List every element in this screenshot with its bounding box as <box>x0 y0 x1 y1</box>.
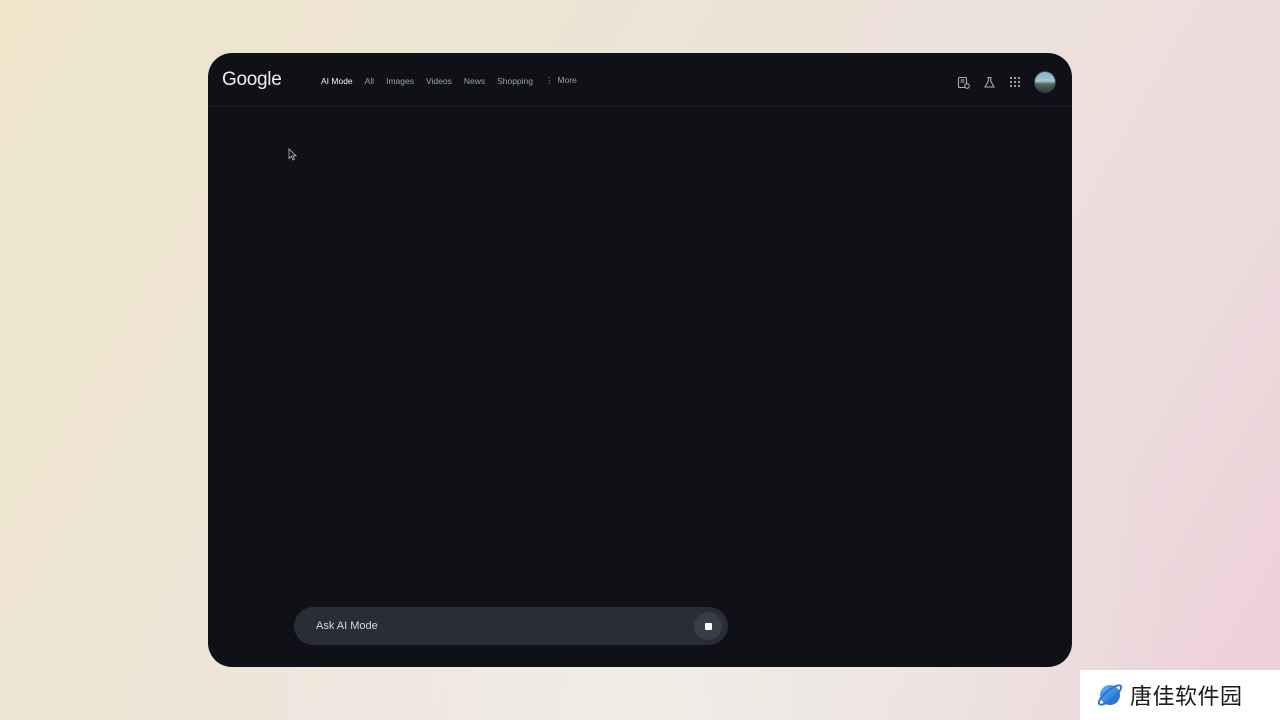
tab-shopping[interactable]: Shopping <box>497 76 533 86</box>
watermark-text: 唐佳软件园 <box>1130 685 1243 710</box>
labs-flask-icon[interactable] <box>982 75 996 89</box>
apps-grid-icon[interactable] <box>1008 75 1022 89</box>
tab-news[interactable]: News <box>464 76 485 86</box>
watermark-logo-icon <box>1097 684 1123 706</box>
top-bar: Google AI Mode All Images Videos News Sh… <box>208 53 1072 107</box>
google-logo[interactable]: Google <box>222 69 282 91</box>
tab-more[interactable]: ⋮ More <box>545 75 577 86</box>
watermark: 唐佳软件园 <box>1080 670 1280 720</box>
tab-ai-mode[interactable]: AI Mode <box>321 76 353 86</box>
browser-window: Google AI Mode All Images Videos News Sh… <box>208 53 1072 667</box>
tab-images[interactable]: Images <box>386 76 414 86</box>
header-actions <box>944 71 1056 93</box>
mouse-pointer-icon <box>288 148 297 166</box>
more-vert-icon: ⋮ <box>545 75 554 85</box>
history-icon[interactable] <box>956 75 970 89</box>
ask-input-placeholder: Ask AI Mode <box>316 620 378 632</box>
tab-more-label: More <box>557 75 577 85</box>
search-tabs: AI Mode All Images Videos News Shopping … <box>321 75 589 86</box>
tab-all[interactable]: All <box>365 76 374 86</box>
account-avatar[interactable] <box>1034 71 1056 93</box>
ask-ai-mode-input[interactable]: Ask AI Mode <box>294 607 728 645</box>
stop-icon <box>704 622 712 630</box>
tab-videos[interactable]: Videos <box>426 76 452 86</box>
stop-button[interactable] <box>694 612 722 640</box>
